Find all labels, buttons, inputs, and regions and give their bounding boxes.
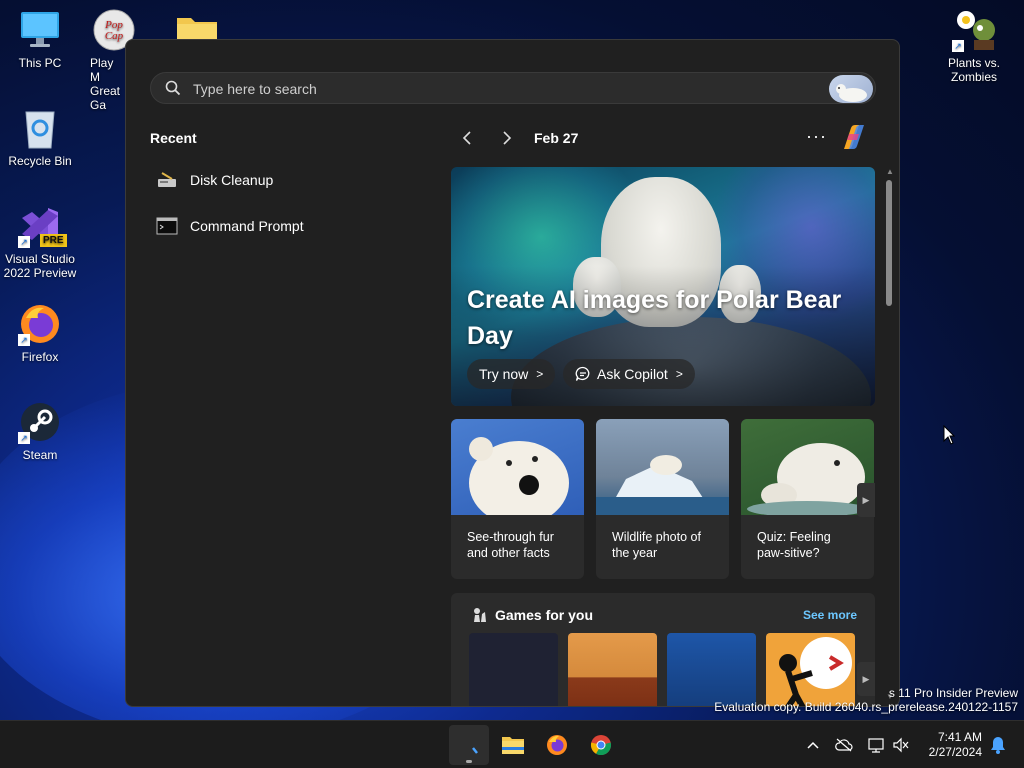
firefox-icon: ↗ bbox=[18, 302, 62, 346]
chevron-right-icon bbox=[503, 131, 512, 145]
chrome-icon bbox=[590, 735, 612, 756]
shortcut-arrow-icon: ↗ bbox=[18, 334, 30, 346]
recent-item-command-prompt[interactable]: Command Prompt bbox=[156, 208, 426, 244]
folder-icon bbox=[502, 737, 524, 754]
desktop-icon-label: This PC bbox=[18, 56, 62, 70]
desktop-icon-label: Play M Great Ga bbox=[90, 56, 121, 112]
chevron-right-icon: > bbox=[536, 367, 544, 381]
card-caption: Wildlife photo of the year bbox=[612, 530, 701, 560]
recent-heading: Recent bbox=[150, 130, 197, 146]
copilot-icon[interactable] bbox=[839, 122, 869, 152]
command-prompt-icon bbox=[156, 217, 178, 235]
volume-tray-button[interactable] bbox=[891, 735, 911, 755]
shortcut-arrow-icon: ↗ bbox=[18, 432, 30, 444]
chrome-taskbar-button[interactable] bbox=[581, 725, 621, 765]
chevron-left-icon bbox=[462, 131, 471, 145]
cloud-offline-icon bbox=[835, 738, 853, 752]
network-icon bbox=[868, 738, 884, 753]
disk-cleanup-icon bbox=[158, 172, 176, 187]
start-menu-panel: Recent Disk Cleanup Command Prompt Feb 2… bbox=[125, 39, 900, 707]
svg-text:Cap: Cap bbox=[105, 30, 124, 42]
search-box[interactable] bbox=[150, 72, 876, 104]
desktop-icon-firefox[interactable]: ↗ Firefox bbox=[0, 302, 80, 364]
hero-card[interactable]: Create AI images for Polar Bear Day Try … bbox=[451, 167, 875, 406]
notification-bell-icon[interactable] bbox=[990, 736, 1006, 754]
firefox-icon bbox=[547, 735, 567, 755]
taskbar-clock[interactable]: 7:41 AM 2/27/2024 bbox=[929, 730, 982, 760]
os-watermark: s 11 Pro Insider Preview Evaluation copy… bbox=[714, 686, 1018, 714]
firefox-taskbar-button[interactable] bbox=[537, 725, 577, 765]
desktop-icon-label: Recycle Bin bbox=[8, 154, 72, 168]
onedrive-tray-button[interactable] bbox=[834, 735, 854, 755]
game-tile[interactable] bbox=[568, 633, 657, 706]
highlight-date: Feb 27 bbox=[534, 130, 579, 146]
recent-item-label: Command Prompt bbox=[190, 218, 304, 234]
shortcut-arrow-icon: ↗ bbox=[18, 236, 30, 248]
desktop-icon-visual-studio[interactable]: PRE ↗ Visual Studio 2022 Preview bbox=[0, 204, 80, 280]
volume-muted-icon bbox=[893, 737, 909, 753]
search-input[interactable] bbox=[193, 79, 793, 99]
play-arrow-icon: ▶ bbox=[862, 673, 870, 684]
plants-vs-zombies-icon: ↗ bbox=[952, 8, 996, 52]
card-image bbox=[741, 419, 874, 517]
search-taskbar-icon bbox=[472, 747, 478, 754]
network-tray-button[interactable] bbox=[866, 735, 886, 755]
play-arrow-icon: ▶ bbox=[862, 494, 870, 505]
highlight-card[interactable]: Quiz: Feeling paw-sitive? bbox=[741, 419, 874, 579]
clock-time: 7:41 AM bbox=[937, 730, 982, 744]
steam-icon: ↗ bbox=[18, 400, 62, 444]
more-options-button[interactable]: ··· bbox=[806, 126, 827, 147]
desktop-icon-plants-vs-zombies[interactable]: ↗ Plants vs. Zombies bbox=[934, 8, 1014, 84]
see-more-link[interactable]: See more bbox=[803, 608, 857, 622]
chevron-right-icon: > bbox=[675, 367, 683, 381]
game-piece-icon bbox=[474, 608, 486, 622]
watermark-line: s 11 Pro Insider Preview bbox=[888, 686, 1018, 700]
recent-item-disk-cleanup[interactable]: Disk Cleanup bbox=[156, 162, 426, 198]
chat-bubble-icon bbox=[575, 366, 590, 381]
desktop-icon-label: Plants vs. Zombies bbox=[947, 56, 1001, 84]
next-button[interactable] bbox=[495, 128, 519, 148]
games-title: Games for you bbox=[495, 607, 594, 623]
recycle-bin-icon bbox=[18, 106, 62, 150]
card-image bbox=[596, 419, 729, 515]
card-caption: Quiz: Feeling paw-sitive? bbox=[757, 530, 831, 560]
hero-title: Create AI images for Polar Bear Day bbox=[467, 286, 842, 350]
ask-copilot-label: Ask Copilot bbox=[597, 366, 668, 382]
scrollbar-thumb[interactable] bbox=[886, 180, 892, 306]
previous-button[interactable] bbox=[455, 128, 479, 148]
desktop-icon-recycle-bin[interactable]: Recycle Bin bbox=[0, 106, 80, 168]
desktop-icon-label: Steam bbox=[22, 448, 58, 462]
desktop-icon-steam[interactable]: ↗ Steam bbox=[0, 400, 80, 462]
watermark-line: Evaluation copy. Build 26040.rs_prerelea… bbox=[714, 700, 1018, 714]
cards-scroll-right-button[interactable]: ▶ bbox=[857, 483, 875, 517]
card-caption: See-through fur and other facts bbox=[467, 530, 554, 560]
search-taskbar-button[interactable] bbox=[449, 725, 489, 765]
ask-copilot-button[interactable]: Ask Copilot > bbox=[563, 359, 695, 389]
shortcut-arrow-icon: ↗ bbox=[952, 40, 964, 52]
try-now-label: Try now bbox=[479, 366, 529, 382]
recent-item-label: Disk Cleanup bbox=[190, 172, 274, 188]
clock-date: 2/27/2024 bbox=[928, 745, 982, 759]
highlight-card[interactable]: Wildlife photo of the year bbox=[596, 419, 729, 579]
try-now-button[interactable]: Try now > bbox=[467, 359, 556, 389]
highlight-card[interactable]: See-through fur and other facts bbox=[451, 419, 584, 579]
chevron-up-icon bbox=[807, 741, 819, 749]
search-highlight-bear-icon[interactable] bbox=[829, 75, 873, 103]
active-indicator bbox=[466, 760, 472, 763]
scroll-up-arrow-icon[interactable]: ▲ bbox=[886, 167, 894, 176]
card-image bbox=[451, 419, 584, 525]
taskbar: 7:41 AM 2/27/2024 bbox=[0, 720, 1024, 768]
search-icon bbox=[165, 80, 181, 96]
visual-studio-icon: PRE ↗ bbox=[18, 204, 67, 248]
preview-badge: PRE bbox=[40, 234, 67, 247]
desktop-icon-label: Visual Studio 2022 Preview bbox=[3, 252, 77, 280]
mouse-cursor-icon bbox=[943, 425, 955, 445]
desktop-icon-label: Firefox bbox=[21, 350, 59, 364]
file-explorer-taskbar-button[interactable] bbox=[493, 725, 533, 765]
show-hidden-icons-button[interactable] bbox=[803, 735, 823, 755]
desktop-icon-this-pc[interactable]: This PC bbox=[0, 8, 80, 70]
monitor-icon bbox=[18, 8, 62, 52]
game-tile[interactable] bbox=[469, 633, 558, 706]
